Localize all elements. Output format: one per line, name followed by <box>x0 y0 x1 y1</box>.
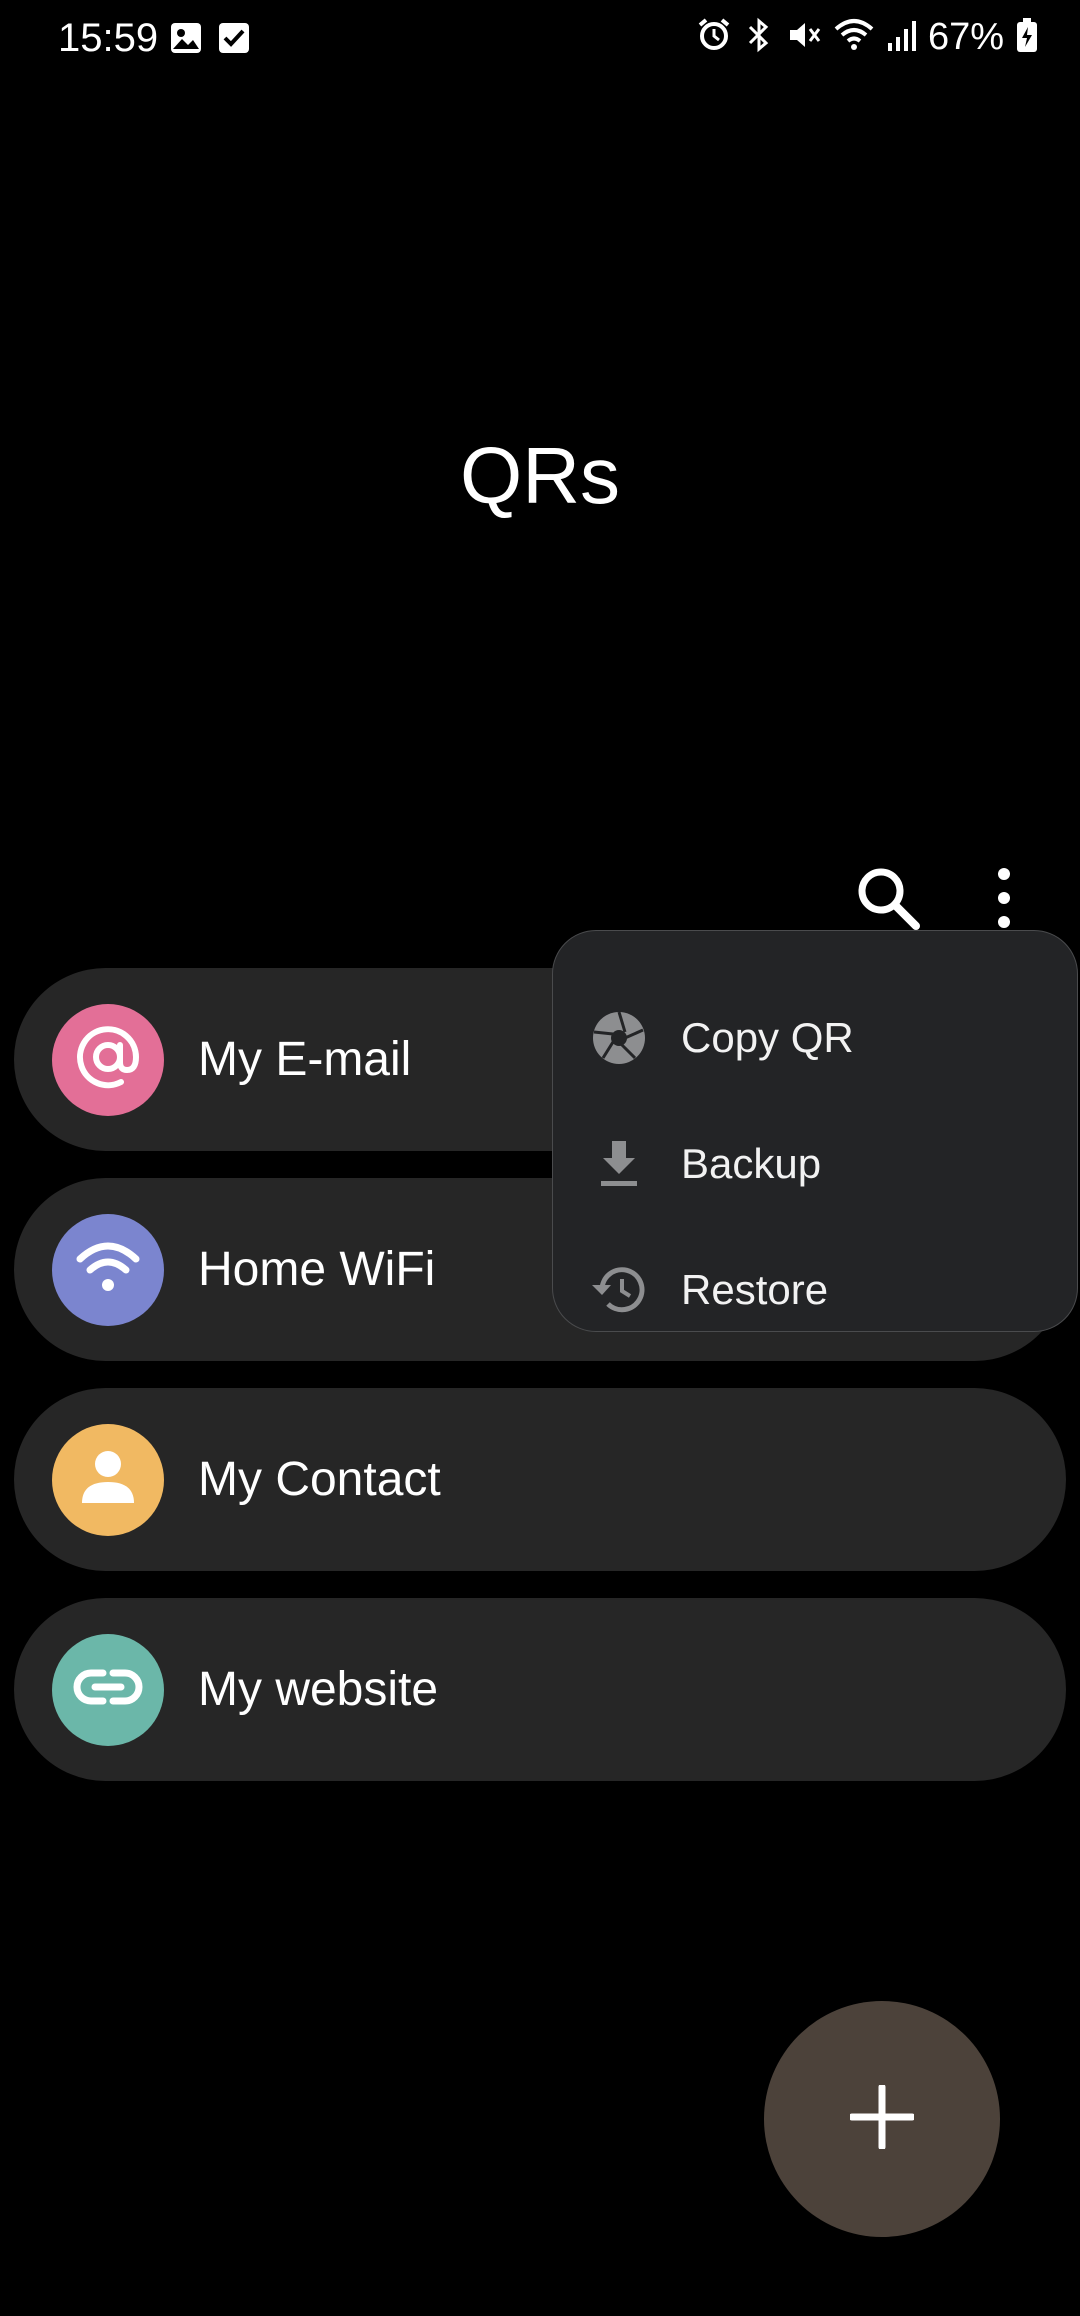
bluetooth-icon <box>744 17 774 58</box>
checkbox-icon <box>218 22 250 59</box>
search-button[interactable] <box>848 860 928 940</box>
contact-avatar <box>52 1423 164 1536</box>
page-title: QRs <box>460 431 620 520</box>
qr-item-contact[interactable]: My Contact <box>14 1388 1066 1571</box>
person-icon <box>78 1447 138 1512</box>
menu-item-backup[interactable]: Backup <box>553 1101 1077 1227</box>
search-icon <box>855 865 921 936</box>
more-options-icon <box>994 866 1014 935</box>
wifi-avatar <box>52 1213 164 1326</box>
app-screen: 15:59 67% QRs My E-mail Home WiFi My Con… <box>0 0 1080 2316</box>
email-avatar <box>52 1003 164 1116</box>
menu-label: Backup <box>681 1140 822 1187</box>
add-qr-button[interactable] <box>764 2001 1000 2237</box>
website-avatar <box>52 1633 164 1746</box>
history-icon <box>589 1260 649 1320</box>
menu-label: Restore <box>681 1266 829 1313</box>
aperture-icon <box>589 1008 649 1068</box>
qr-item-label: My Contact <box>198 1453 441 1506</box>
link-icon <box>73 1667 143 1712</box>
status-bar: 15:59 67% <box>0 0 1080 84</box>
signal-icon <box>886 17 916 58</box>
more-options-button[interactable] <box>964 860 1044 940</box>
wifi-icon <box>834 17 874 58</box>
at-sign-icon <box>73 1022 143 1097</box>
menu-label: Copy QR <box>681 1014 854 1061</box>
battery-icon <box>1016 17 1038 58</box>
overflow-menu: Copy QR Backup Restore <box>552 930 1078 1332</box>
wifi-icon <box>76 1239 140 1300</box>
qr-item-label: My E-mail <box>198 1033 412 1086</box>
qr-item-label: Home WiFi <box>198 1243 436 1296</box>
status-left-icons <box>170 22 250 59</box>
battery-percent: 67% <box>927 16 1004 58</box>
mute-icon <box>786 17 822 58</box>
status-time: 15:59 <box>58 16 159 60</box>
menu-item-restore[interactable]: Restore <box>553 1227 1077 1353</box>
qr-item-label: My website <box>198 1663 439 1716</box>
gallery-icon <box>170 22 202 59</box>
status-right: 67% <box>696 16 1038 59</box>
download-icon <box>589 1134 649 1194</box>
menu-item-copy-qr[interactable]: Copy QR <box>553 975 1077 1101</box>
qr-item-website[interactable]: My website <box>14 1598 1066 1781</box>
plus-icon <box>848 2083 916 2154</box>
alarm-icon <box>696 17 732 58</box>
